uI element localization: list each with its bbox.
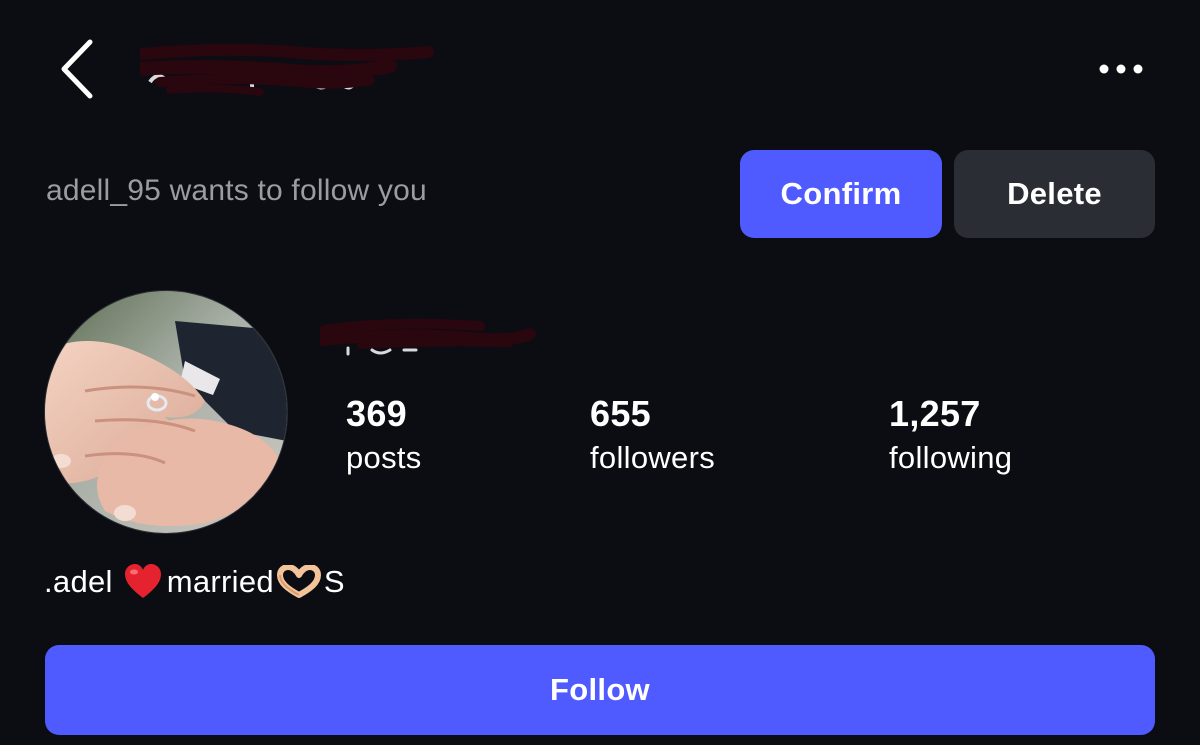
bio-suffix: S [323,564,345,599]
profile-photo [45,291,287,533]
heart-hands-icon [276,564,322,599]
following-count: 1,257 [889,393,981,434]
profile-header: 369 posts 655 followers 1,257 following [0,288,1200,538]
bio: .adel married S [44,562,345,602]
posts-count: 369 [346,393,407,434]
followers-label: followers [590,440,716,475]
username-title-redacted [111,40,440,100]
follow-request-text: adell_95 wants to follow you [46,174,427,207]
posts-label: posts [346,440,422,475]
bio-prefix: .adel [44,564,113,599]
display-name-redacted [316,316,540,356]
top-bar [0,0,1200,140]
chevron-left-icon [61,39,93,99]
posts-stat[interactable]: 369 posts [346,392,422,480]
bio-middle: married [166,564,274,599]
follow-button[interactable]: Follow [45,645,1155,735]
red-heart-icon [123,562,163,602]
follow-request-row: adell_95 wants to follow you Confirm Del… [0,148,1200,243]
delete-button[interactable]: Delete [954,150,1155,238]
more-horizontal-icon [1099,64,1143,74]
followers-stat[interactable]: 655 followers [590,392,715,480]
more-options-button[interactable] [1088,52,1158,86]
following-stat[interactable]: 1,257 following [889,392,1012,480]
back-button[interactable] [50,36,106,102]
avatar[interactable] [44,290,288,534]
following-label: following [889,440,1013,475]
followers-count: 655 [590,393,651,434]
confirm-button[interactable]: Confirm [740,150,942,238]
